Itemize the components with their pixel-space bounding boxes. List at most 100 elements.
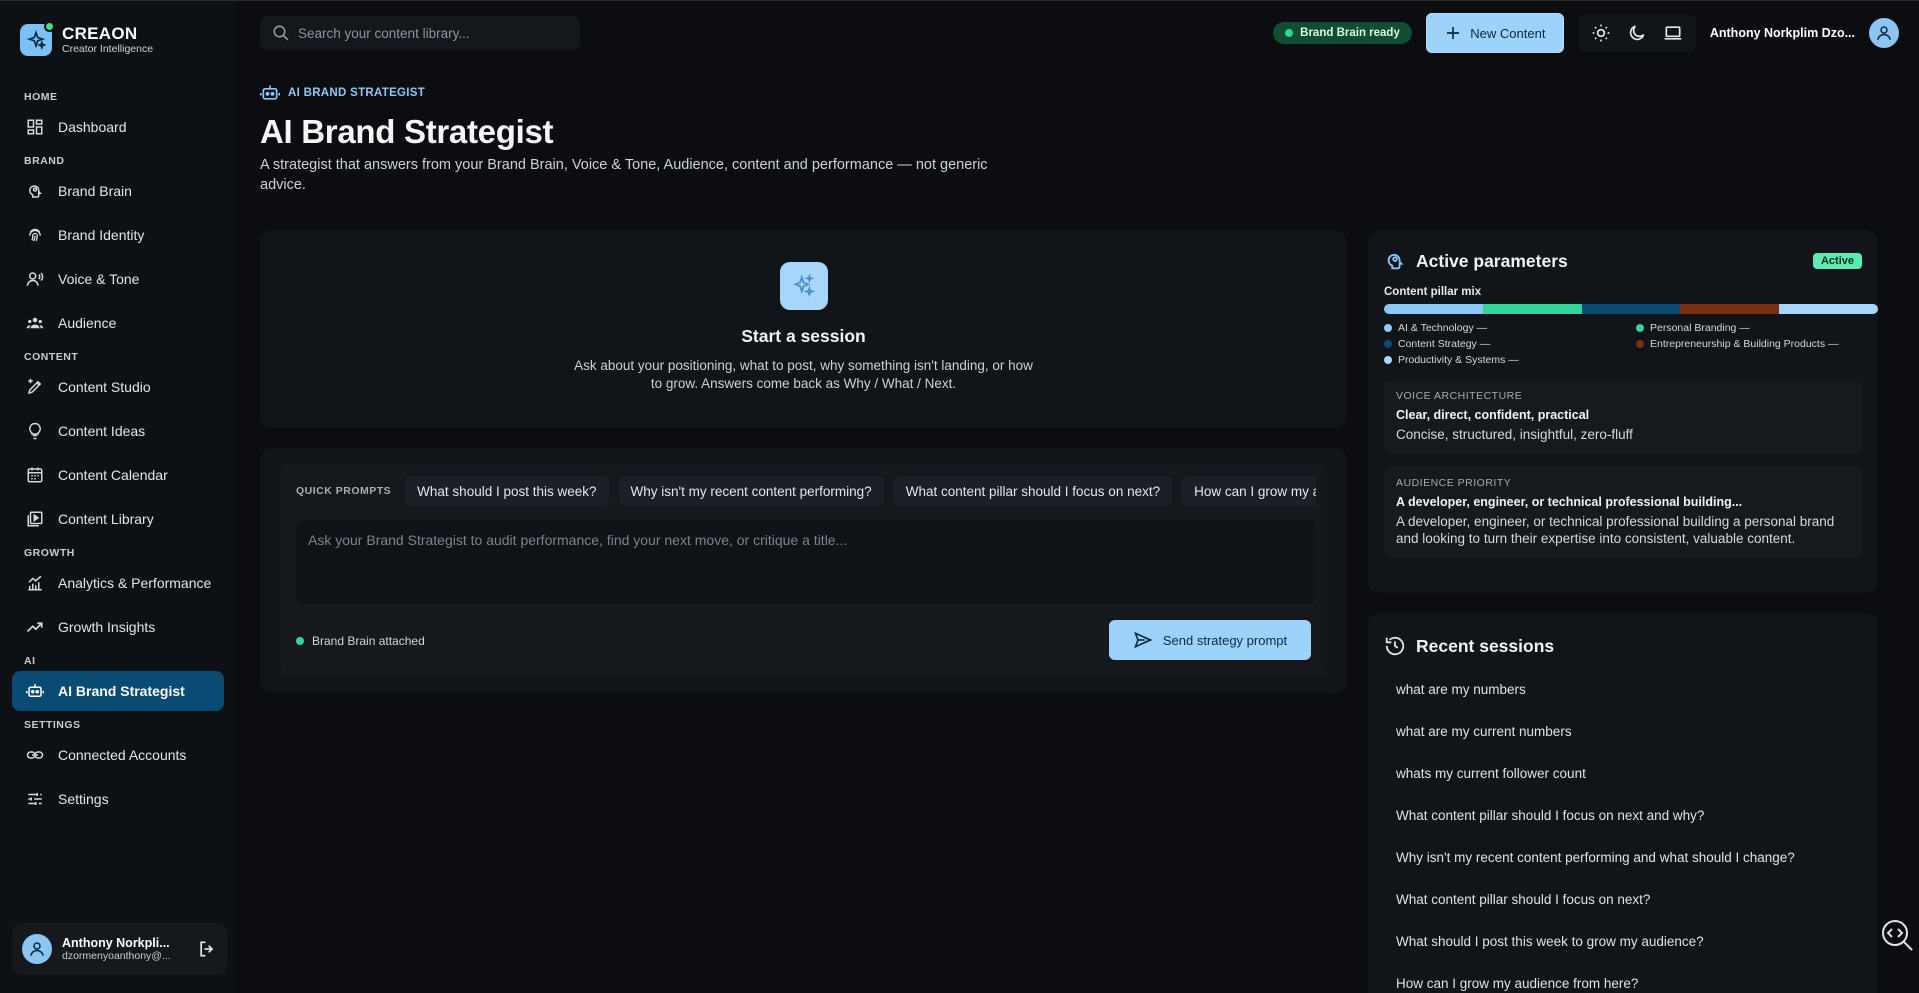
pillar-mix-label: Content pillar mix [1384, 286, 1482, 298]
analytics-icon [24, 572, 46, 594]
start-session-card: Start a session Ask about your positioni… [260, 230, 1347, 428]
recent-sessions-card: Recent sessions what are my numbers what… [1368, 613, 1878, 993]
search-box[interactable] [260, 16, 580, 50]
sidebar-item-content-library[interactable]: Content Library [12, 499, 224, 539]
recent-session-item[interactable]: What content pillar should I focus on ne… [1384, 879, 1862, 921]
recent-session-item[interactable]: What content pillar should I focus on ne… [1384, 795, 1862, 837]
sidebar-item-label: Settings [58, 791, 109, 807]
quick-prompt-chip[interactable]: Why isn't my recent content performing? [618, 476, 884, 506]
recent-session-item[interactable]: what are my current numbers [1384, 711, 1862, 753]
card-title: Recent sessions [1416, 635, 1555, 656]
logout-icon[interactable] [197, 939, 217, 959]
sidebar-item-brand-brain[interactable]: Brand Brain [12, 171, 224, 211]
recent-session-item[interactable]: what are my numbers [1384, 669, 1862, 711]
theme-switcher [1577, 14, 1696, 52]
sparkle-icon [779, 262, 828, 310]
nav-section-ai: AI [24, 655, 36, 667]
brain-icon [1384, 250, 1406, 272]
session-description: Ask about your positioning, what to post… [574, 358, 1033, 391]
pillar-mix-segment [1384, 304, 1483, 314]
calendar-icon [24, 464, 46, 486]
pillar-mix-segment [1482, 304, 1582, 314]
top-avatar[interactable] [1869, 18, 1899, 48]
quick-prompt-chip[interactable]: What content pillar should I focus on ne… [893, 476, 1173, 506]
strategy-prompt-input[interactable] [296, 520, 1316, 604]
sparkle-logo-icon [20, 21, 55, 56]
card-title: Active parameters [1416, 250, 1568, 271]
nav-section-brand: BRAND [24, 155, 65, 167]
page-description: A strategist that answers from your Bran… [260, 157, 988, 193]
sidebar-item-brand-identity[interactable]: Brand Identity [12, 215, 224, 255]
pillar-mix-segment [1779, 304, 1878, 314]
users-icon [24, 312, 46, 334]
legend-item: Entrepreneurship & Building Products — [1636, 338, 1878, 350]
brand[interactable]: CREAON Creator Intelligence [0, 1, 236, 61]
code-inspect-icon[interactable] [1879, 917, 1915, 953]
sliders-icon [24, 788, 46, 810]
send-strategy-prompt-button[interactable]: Send strategy prompt [1109, 620, 1311, 660]
sidebar-item-label: Connected Accounts [58, 747, 187, 763]
pillar-mix-segment [1680, 304, 1780, 314]
legend-item: AI & Technology — [1384, 322, 1636, 334]
sidebar-item-connected-accounts[interactable]: Connected Accounts [12, 735, 224, 775]
user-card[interactable]: Anthony Norkpli... dzormenyoanthony@... [12, 923, 227, 975]
plus-icon [1444, 24, 1462, 42]
prompt-panel: QUICK PROMPTS What should I post this we… [260, 448, 1347, 693]
dashboard-icon [24, 116, 46, 138]
sidebar-item-settings[interactable]: Settings [12, 779, 224, 819]
sidebar-item-label: Content Studio [58, 379, 151, 395]
nav-section-growth: GROWTH [24, 547, 75, 559]
brand-subtitle: Creator Intelligence [62, 42, 154, 55]
sidebar-item-label: Dashboard [58, 119, 127, 135]
sidebar-item-ai-strategist[interactable]: AI Brand Strategist [12, 671, 224, 711]
sidebar-item-label: Voice & Tone [58, 271, 140, 287]
moon-icon[interactable] [1620, 18, 1654, 48]
voice-architecture-box: VOICE ARCHITECTURE Clear, direct, confid… [1384, 380, 1862, 453]
recent-session-item[interactable]: What should I post this week to grow my … [1384, 921, 1862, 963]
laptop-icon[interactable] [1656, 18, 1690, 48]
sidebar-item-label: Content Ideas [58, 423, 146, 439]
sidebar-item-content-ideas[interactable]: Content Ideas [12, 411, 224, 451]
robot-icon [24, 680, 46, 702]
main-content: Brand Brain ready New Content Anthony No… [236, 1, 1919, 993]
sidebar-item-growth-insights[interactable]: Growth Insights [12, 607, 224, 647]
nav-section-settings: SETTINGS [24, 719, 81, 731]
quick-prompts: QUICK PROMPTS What should I post this we… [296, 476, 1316, 506]
sidebar-item-content-calendar[interactable]: Content Calendar [12, 455, 224, 495]
legend-item: Personal Branding — [1636, 322, 1878, 334]
sidebar-item-dashboard[interactable]: Dashboard [12, 107, 224, 147]
quick-prompt-chip[interactable]: What should I post this week? [405, 476, 609, 506]
sidebar-item-content-studio[interactable]: Content Studio [12, 367, 224, 407]
sidebar-item-label: Brand Identity [58, 227, 145, 243]
quick-prompts-label: QUICK PROMPTS [296, 485, 392, 497]
session-title: Start a session [741, 326, 866, 346]
sidebar-item-label: Content Calendar [58, 467, 168, 483]
brand-name: CREAON [62, 23, 138, 43]
new-content-button[interactable]: New Content [1425, 13, 1564, 53]
recent-session-item[interactable]: How can I grow my audience from here? [1384, 963, 1862, 993]
sidebar-nav: HOME Dashboard BRAND Brand Brain Brand I… [0, 61, 236, 819]
sidebar-item-label: Brand Brain [58, 183, 132, 199]
sun-icon[interactable] [1584, 18, 1618, 48]
audience-priority-box: AUDIENCE PRIORITY A developer, engineer,… [1384, 467, 1862, 557]
user-email: dzormenyoanthony@... [62, 950, 171, 962]
active-parameters-card: Active parameters Active Content pillar … [1368, 230, 1878, 593]
sidebar-item-audience[interactable]: Audience [12, 303, 224, 343]
search-input[interactable] [298, 25, 558, 41]
sidebar-item-analytics[interactable]: Analytics & Performance [12, 563, 224, 603]
brand-brain-status-badge: Brand Brain ready [1273, 22, 1412, 44]
sidebar-item-voice-tone[interactable]: Voice & Tone [12, 259, 224, 299]
recent-session-item[interactable]: Why isn't my recent content performing a… [1384, 837, 1862, 879]
quick-prompt-chip[interactable]: How can I grow my audience from here? [1182, 476, 1316, 506]
active-badge: Active [1812, 253, 1862, 269]
page-eyebrow: AI BRAND STRATEGIST [260, 83, 1919, 103]
top-user-name[interactable]: Anthony Norkplim Dzo... [1710, 26, 1855, 40]
trending-up-icon [24, 616, 46, 638]
send-icon [1133, 630, 1153, 650]
page-title: AI Brand Strategist [260, 113, 554, 150]
user-name: Anthony Norkpli... [62, 936, 170, 950]
lightbulb-icon [24, 420, 46, 442]
brain-icon [24, 180, 46, 202]
recent-session-item[interactable]: whats my current follower count [1384, 753, 1862, 795]
legend-item: Content Strategy — [1384, 338, 1636, 350]
